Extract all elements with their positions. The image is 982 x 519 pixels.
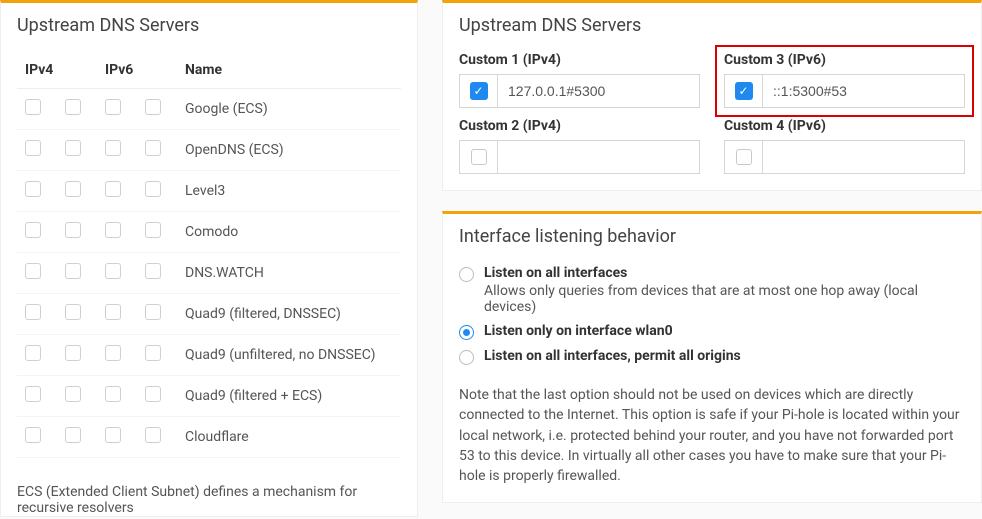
dns-provider-checkbox[interactable]	[65, 140, 81, 156]
provider-name: Cloudflare	[177, 417, 401, 458]
provider-name: Google (ECS)	[177, 89, 401, 130]
panel-title: Upstream DNS Servers	[443, 3, 981, 44]
interface-behavior-panel: Interface listening behavior Listen on a…	[442, 211, 982, 503]
dns-provider-checkbox[interactable]	[145, 263, 161, 279]
custom-dns-block: Custom 2 (IPv4)	[459, 118, 700, 174]
dns-provider-checkbox[interactable]	[105, 181, 121, 197]
dns-provider-checkbox[interactable]	[105, 345, 121, 361]
custom-dns-input[interactable]	[497, 74, 700, 108]
dns-provider-checkbox[interactable]	[25, 304, 41, 320]
dns-provider-table: IPv4 IPv6 Name Google (ECS)OpenDNS (ECS)…	[17, 52, 401, 458]
table-row: Quad9 (unfiltered, no DNSSEC)	[17, 335, 401, 376]
radio-label: Listen on all interfaces, permit all ori…	[484, 348, 741, 364]
provider-name: Quad9 (filtered + ECS)	[177, 376, 401, 417]
dns-provider-checkbox[interactable]	[145, 181, 161, 197]
interface-radio-option[interactable]: Listen on all interfaces, permit all ori…	[459, 348, 965, 365]
provider-name: Quad9 (unfiltered, no DNSSEC)	[177, 335, 401, 376]
custom-dns-panel: Upstream DNS Servers Custom 1 (IPv4)✓Cus…	[442, 0, 982, 191]
dns-provider-checkbox[interactable]	[25, 99, 41, 115]
col-ipv6: IPv6	[97, 52, 177, 89]
ecs-note: ECS (Extended Client Subnet) defines a m…	[1, 474, 417, 516]
dns-provider-checkbox[interactable]	[65, 222, 81, 238]
table-row: DNS.WATCH	[17, 253, 401, 294]
col-ipv4: IPv4	[17, 52, 97, 89]
dns-provider-checkbox[interactable]	[65, 263, 81, 279]
dns-provider-checkbox[interactable]	[145, 222, 161, 238]
table-row: Cloudflare	[17, 417, 401, 458]
custom-dns-checkbox[interactable]: ✓	[459, 74, 497, 108]
custom-dns-block: Custom 3 (IPv6) ✓	[724, 52, 965, 108]
custom-dns-label: Custom 4 (IPv6)	[724, 118, 965, 134]
custom-dns-input[interactable]	[497, 140, 700, 174]
dns-provider-checkbox[interactable]	[145, 140, 161, 156]
interface-radio-option[interactable]: Listen only on interface wlan0	[459, 323, 965, 340]
dns-provider-checkbox[interactable]	[25, 263, 41, 279]
dns-provider-checkbox[interactable]	[65, 386, 81, 402]
provider-name: DNS.WATCH	[177, 253, 401, 294]
dns-provider-checkbox[interactable]	[145, 386, 161, 402]
dns-provider-checkbox[interactable]	[105, 140, 121, 156]
dns-provider-checkbox[interactable]	[25, 427, 41, 443]
radio-label: Listen only on interface wlan0	[484, 323, 673, 339]
dns-provider-checkbox[interactable]	[145, 99, 161, 115]
custom-dns-label: Custom 1 (IPv4)	[459, 52, 700, 68]
custom-dns-input[interactable]	[762, 74, 965, 108]
provider-name: OpenDNS (ECS)	[177, 130, 401, 171]
table-row: Google (ECS)	[17, 89, 401, 130]
custom-dns-label: Custom 2 (IPv4)	[459, 118, 700, 134]
radio-icon	[459, 325, 474, 340]
upstream-dns-providers-panel: Upstream DNS Servers IPv4 IPv6 Name Goog…	[0, 0, 418, 517]
radio-desc: Allows only queries from devices that ar…	[484, 283, 965, 315]
dns-provider-checkbox[interactable]	[105, 263, 121, 279]
provider-name: Quad9 (filtered, DNSSEC)	[177, 294, 401, 335]
custom-dns-checkbox[interactable]	[459, 140, 497, 174]
dns-provider-checkbox[interactable]	[105, 99, 121, 115]
custom-dns-checkbox[interactable]	[724, 140, 762, 174]
custom-dns-block: Custom 4 (IPv6)	[724, 118, 965, 174]
dns-provider-checkbox[interactable]	[25, 181, 41, 197]
table-row: OpenDNS (ECS)	[17, 130, 401, 171]
dns-provider-checkbox[interactable]	[105, 427, 121, 443]
dns-provider-checkbox[interactable]	[25, 386, 41, 402]
dns-provider-checkbox[interactable]	[25, 345, 41, 361]
provider-name: Level3	[177, 171, 401, 212]
custom-dns-label: Custom 3 (IPv6)	[724, 52, 965, 68]
panel-title: Upstream DNS Servers	[1, 3, 417, 44]
dns-provider-checkbox[interactable]	[145, 304, 161, 320]
provider-name: Comodo	[177, 212, 401, 253]
dns-provider-checkbox[interactable]	[65, 99, 81, 115]
dns-provider-checkbox[interactable]	[105, 386, 121, 402]
dns-provider-checkbox[interactable]	[145, 345, 161, 361]
custom-dns-block: Custom 1 (IPv4) ✓	[459, 52, 700, 108]
radio-icon	[459, 267, 474, 282]
table-row: Quad9 (filtered + ECS)	[17, 376, 401, 417]
table-row: Comodo	[17, 212, 401, 253]
dns-provider-checkbox[interactable]	[25, 222, 41, 238]
interface-radio-option[interactable]: Listen on all interfaces Allows only quer…	[459, 265, 965, 315]
interface-note: Note that the last option should not be …	[459, 385, 965, 486]
radio-label: Listen on all interfaces	[484, 265, 627, 281]
table-row: Quad9 (filtered, DNSSEC)	[17, 294, 401, 335]
custom-dns-checkbox[interactable]: ✓	[724, 74, 762, 108]
dns-provider-checkbox[interactable]	[145, 427, 161, 443]
table-row: Level3	[17, 171, 401, 212]
radio-icon	[459, 350, 474, 365]
dns-provider-checkbox[interactable]	[65, 345, 81, 361]
panel-title: Interface listening behavior	[443, 214, 981, 255]
dns-provider-checkbox[interactable]	[105, 304, 121, 320]
dns-provider-checkbox[interactable]	[65, 427, 81, 443]
custom-dns-input[interactable]	[762, 140, 965, 174]
dns-provider-checkbox[interactable]	[65, 304, 81, 320]
dns-provider-checkbox[interactable]	[25, 140, 41, 156]
col-name: Name	[177, 52, 401, 89]
dns-provider-checkbox[interactable]	[65, 181, 81, 197]
dns-provider-checkbox[interactable]	[105, 222, 121, 238]
